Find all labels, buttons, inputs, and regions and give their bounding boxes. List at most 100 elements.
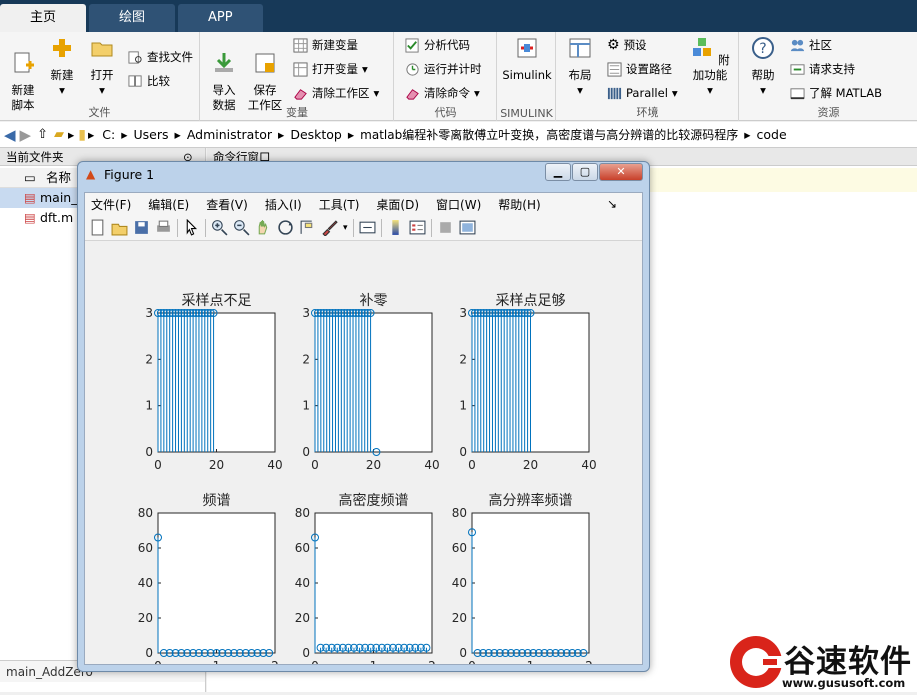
group-label-variable: 变量	[286, 106, 308, 119]
addons-button[interactable]: 附加功能 ▾	[685, 36, 735, 98]
checkmark-icon	[405, 37, 419, 53]
zoom-in-icon[interactable]	[211, 219, 228, 236]
chevron-down-icon: ▾	[474, 86, 480, 100]
menu-view[interactable]: 查看(V)	[206, 196, 248, 213]
brand-name: 谷速软件	[784, 644, 912, 680]
figure-window[interactable]: ▲ Figure 1 ▁ ▢ ✕ 文件(F) 编辑(E) 查看(V) 插入(I)…	[77, 161, 650, 673]
breadcrumb-administrator[interactable]: Administrator	[181, 127, 278, 142]
folder-icon	[91, 42, 113, 57]
import-icon	[215, 53, 233, 72]
tab-home[interactable]: 主页	[0, 4, 87, 32]
y-tick-label: 20	[295, 611, 310, 625]
set-path-button[interactable]: 设置路径	[607, 59, 672, 79]
layout-button[interactable]: 布局 ▾	[561, 36, 599, 98]
group-simulink: Simulink SIMULINK	[498, 32, 556, 121]
tab-plots[interactable]: 绘图	[89, 4, 176, 32]
colorbar-icon[interactable]	[387, 219, 404, 236]
y-tick-label: 0	[145, 445, 153, 459]
breadcrumb-project[interactable]: matlab编程补零离散傅立叶变换，高密度谱与高分辨谱的比较源码程序	[354, 126, 744, 143]
chevron-down-icon: ▾	[577, 83, 583, 97]
simulink-button[interactable]: Simulink	[502, 36, 552, 83]
help-button[interactable]: ? 帮助 ▾	[744, 36, 782, 98]
x-tick-label: 40	[581, 458, 596, 472]
toolbar-separator	[352, 218, 354, 237]
group-label-resources: 资源	[817, 106, 840, 119]
menu-help[interactable]: 帮助(H)	[498, 196, 540, 213]
forward-arrow-icon[interactable]: ▶	[20, 126, 32, 144]
compare-button[interactable]: 比较	[128, 71, 170, 91]
tab-apps[interactable]: APP	[178, 4, 263, 32]
axes-title: 高密度频谱	[339, 492, 409, 509]
menu-file[interactable]: 文件(F)	[91, 196, 131, 213]
minimize-button[interactable]: ▁	[545, 163, 571, 181]
find-files-button[interactable]: 查找文件	[128, 47, 193, 67]
legend-icon[interactable]	[409, 219, 426, 236]
menu-insert[interactable]: 插入(I)	[265, 196, 302, 213]
y-tick-label: 1	[145, 399, 153, 413]
import-data-button[interactable]: 导入 数据	[205, 36, 243, 113]
new-figure-icon[interactable]	[89, 219, 106, 236]
chevron-down-icon[interactable]: ▾	[343, 223, 348, 233]
open-button[interactable]: 打开 ▾	[83, 36, 121, 98]
save-figure-icon[interactable]	[133, 219, 150, 236]
dock-arrow-icon[interactable]: ↘	[607, 197, 617, 211]
group-label-code: 代码	[434, 106, 457, 119]
figure-body: 文件(F) 编辑(E) 查看(V) 插入(I) 工具(T) 桌面(D) 窗口(W…	[84, 192, 643, 673]
preferences-button[interactable]: ⚙ 预设	[607, 35, 647, 55]
pan-hand-icon[interactable]	[255, 219, 272, 236]
subplots-svg[interactable]: 采样点不足0 20 400123补零0 20 400123采样点足够0 20 400123频…	[85, 243, 642, 673]
menu-tools[interactable]: 工具(T)	[319, 196, 360, 213]
breadcrumb-drive[interactable]: C:	[96, 127, 121, 142]
community-button[interactable]: 社区	[790, 35, 832, 55]
brush-icon[interactable]	[321, 219, 338, 236]
new-variable-button[interactable]: 新建变量	[293, 35, 358, 55]
run-and-time-button[interactable]: 运行并计时	[405, 59, 482, 79]
grid-icon	[293, 37, 308, 53]
menu-window[interactable]: 窗口(W)	[436, 196, 481, 213]
m-file-icon: ▤	[24, 190, 36, 205]
new-script-button[interactable]: 新建 脚本	[4, 36, 42, 113]
pointer-icon[interactable]	[183, 219, 200, 236]
link-plot-icon[interactable]	[359, 219, 376, 236]
up-folder-icon[interactable]: ⇧	[37, 127, 48, 142]
support-icon	[790, 63, 805, 75]
menu-edit[interactable]: 编辑(E)	[148, 196, 189, 213]
y-tick-label: 3	[302, 306, 310, 320]
parallel-icon	[607, 87, 622, 99]
new-script-icon	[14, 52, 34, 73]
data-cursor-icon[interactable]	[299, 219, 316, 236]
back-arrow-icon[interactable]: ◀	[4, 126, 16, 144]
breadcrumb-users[interactable]: Users	[128, 127, 175, 142]
print-icon[interactable]	[155, 219, 172, 236]
eraser-icon	[294, 88, 307, 100]
save-workspace-icon	[255, 53, 275, 73]
maximize-icon: ▢	[579, 165, 591, 178]
open-file-icon[interactable]	[111, 219, 128, 236]
hide-plot-tools-icon[interactable]	[437, 219, 454, 236]
show-plot-tools-icon[interactable]	[459, 219, 476, 236]
address-bar: ◀ ▶ ⇧ ▰ ▸ ▮ ▸ C: ▸ Users ▸ Administrator…	[0, 122, 917, 148]
zoom-out-icon[interactable]	[233, 219, 250, 236]
rotate-3d-icon[interactable]	[277, 219, 294, 236]
analyze-code-button[interactable]: 分析代码	[405, 35, 470, 55]
y-tick-label: 60	[138, 541, 153, 555]
new-button[interactable]: 新建 ▾	[43, 36, 81, 98]
plot-area[interactable]: 采样点不足 0 20 40 0 1 2 3 补零 0 20 40 0 1 2 3 采样点足够 0 20 40 0 1 2 3 频…	[85, 243, 642, 673]
request-support-button[interactable]: 请求支持	[790, 59, 855, 79]
learn-matlab-button[interactable]: 了解 MATLAB	[790, 83, 882, 103]
open-variable-button[interactable]: 打开变量 ▾	[293, 59, 368, 79]
toolbar-separator	[177, 218, 178, 237]
save-workspace-button[interactable]: 保存 工作区	[246, 36, 284, 113]
clear-commands-button[interactable]: 清除命令 ▾	[405, 83, 480, 103]
browse-folder-icon[interactable]: ▰	[54, 127, 64, 142]
clear-workspace-button[interactable]: 清除工作区 ▾	[293, 83, 379, 103]
axes-title: 频谱	[203, 493, 231, 509]
y-tick-label: 3	[145, 306, 153, 320]
menu-desktop[interactable]: 桌面(D)	[376, 196, 419, 213]
breadcrumb-code[interactable]: code	[751, 127, 793, 142]
maximize-button[interactable]: ▢	[572, 163, 598, 181]
axes-title: 采样点不足	[182, 293, 252, 309]
close-button[interactable]: ✕	[599, 163, 643, 181]
breadcrumb-desktop[interactable]: Desktop	[284, 127, 348, 142]
parallel-button[interactable]: Parallel ▾	[607, 83, 678, 103]
